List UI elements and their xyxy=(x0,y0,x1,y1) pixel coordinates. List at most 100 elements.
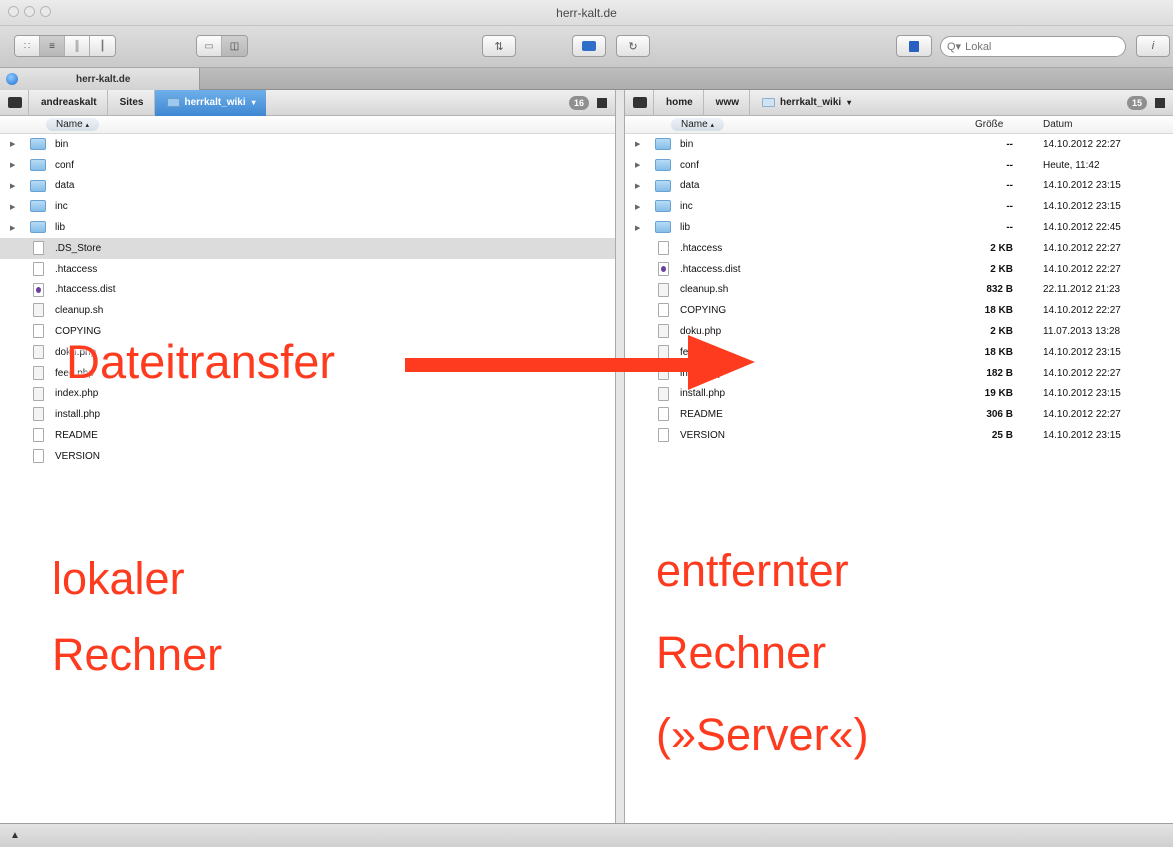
breadcrumb-remote-0[interactable]: home xyxy=(653,89,703,116)
file-row[interactable]: ▶ data -- 14.10.2012 23:15 xyxy=(625,176,1173,197)
column-view-icon[interactable]: ║ xyxy=(65,36,90,56)
file-name: feed.php xyxy=(680,346,719,358)
file-row[interactable]: ▶ inc xyxy=(0,196,615,217)
file-size: 18 KB xyxy=(984,346,1013,358)
dual-pane-icon[interactable]: ◫ xyxy=(222,36,247,56)
file-row[interactable]: install.php xyxy=(0,404,615,425)
file-name: index.php xyxy=(680,367,724,379)
file-row[interactable]: .htaccess 2 KB 14.10.2012 22:27 xyxy=(625,238,1173,259)
file-row[interactable]: ▶ conf -- Heute, 11:42 xyxy=(625,155,1173,176)
file-row[interactable]: doku.php 2 KB 11.07.2013 13:28 xyxy=(625,321,1173,342)
tab-herr-kalt[interactable]: herr-kalt.de xyxy=(0,68,200,90)
file-name: .htaccess.dist xyxy=(680,263,741,275)
file-icon xyxy=(33,344,44,359)
file-icon xyxy=(658,407,669,422)
file-row[interactable]: VERSION xyxy=(0,446,615,467)
action-menu-icon[interactable] xyxy=(1155,98,1165,108)
file-name: cleanup.sh xyxy=(55,305,104,317)
folder-icon xyxy=(30,221,46,234)
folder-icon xyxy=(655,221,671,234)
file-row[interactable]: .htaccess.dist xyxy=(0,280,615,301)
name-column-header[interactable]: Name ▴ xyxy=(671,118,724,131)
disclosure-triangle-icon[interactable]: ▶ xyxy=(635,182,640,190)
file-row[interactable]: cleanup.sh xyxy=(0,300,615,321)
file-name: bin xyxy=(680,138,694,150)
disclosure-triangle-icon[interactable]: ▶ xyxy=(10,224,15,232)
file-row[interactable]: README xyxy=(0,425,615,446)
file-row[interactable]: ▶ data xyxy=(0,176,615,197)
file-name: .htaccess xyxy=(680,242,723,254)
folder-icon xyxy=(30,138,46,150)
file-row[interactable]: .DS_Store xyxy=(0,237,615,259)
file-row[interactable]: ▶ bin xyxy=(0,134,615,155)
disclosure-triangle-icon[interactable]: ▶ xyxy=(10,182,15,190)
refresh-button[interactable]: ↻ xyxy=(616,35,650,57)
disk-icon[interactable] xyxy=(8,97,22,108)
folder-icon xyxy=(166,98,180,107)
file-row[interactable]: feed.php 18 KB 14.10.2012 23:15 xyxy=(625,342,1173,363)
name-column-header[interactable]: Name ▴ xyxy=(46,118,99,131)
file-row[interactable]: cleanup.sh 832 B 22.11.2012 21:23 xyxy=(625,280,1173,301)
transfer-direction-button[interactable]: ⇅ xyxy=(482,35,516,57)
pane-splitter[interactable] xyxy=(616,90,624,823)
file-row[interactable]: .htaccess xyxy=(0,259,615,280)
folder-icon xyxy=(762,98,776,107)
folder-icon xyxy=(655,138,671,150)
breadcrumb-label: herrkalt_wiki xyxy=(780,97,842,108)
breadcrumb-remote-1[interactable]: www xyxy=(702,89,749,116)
disclosure-triangle-icon[interactable]: ▶ xyxy=(635,203,640,211)
sort-ascending-icon: ▴ xyxy=(710,121,714,129)
file-row[interactable]: COPYING 18 KB 14.10.2012 22:27 xyxy=(625,300,1173,321)
icon-view-icon[interactable]: ∷ xyxy=(15,36,40,56)
disclosure-triangle-icon[interactable]: ▶ xyxy=(635,224,640,232)
file-size: -- xyxy=(1006,138,1013,150)
file-name: lib xyxy=(55,222,66,234)
search-input[interactable] xyxy=(965,40,1116,53)
file-icon xyxy=(33,240,44,255)
file-row[interactable]: ▶ bin -- 14.10.2012 22:27 xyxy=(625,134,1173,155)
file-date: Heute, 11:42 xyxy=(1043,159,1100,171)
size-column-header[interactable]: Größe xyxy=(975,119,1003,130)
list-view-icon[interactable]: ≡ xyxy=(40,36,65,56)
file-row[interactable]: VERSION 25 B 14.10.2012 23:15 xyxy=(625,425,1173,446)
file-row[interactable]: ▶ lib xyxy=(0,217,615,238)
breadcrumb-remote-2[interactable]: herrkalt_wiki ▾ xyxy=(749,89,861,116)
breadcrumb-local-2[interactable]: herrkalt_wiki ▾ xyxy=(153,89,266,116)
breadcrumb-local-1[interactable]: Sites xyxy=(106,89,154,116)
file-row[interactable]: .htaccess.dist 2 KB 14.10.2012 22:27 xyxy=(625,259,1173,280)
toggle-transfers-icon[interactable]: ▲ xyxy=(10,830,20,841)
file-size: 2 KB xyxy=(990,242,1013,254)
disclosure-triangle-icon[interactable]: ▶ xyxy=(635,140,640,148)
file-size: 19 KB xyxy=(984,388,1013,400)
coverflow-view-icon[interactable]: ┃ xyxy=(90,36,115,56)
info-button[interactable]: i xyxy=(1136,35,1170,57)
breadcrumb-local-0[interactable]: andreaskalt xyxy=(28,89,107,116)
annotation-transfer: Dateitransfer xyxy=(66,335,336,388)
file-row[interactable]: install.php 19 KB 14.10.2012 23:15 xyxy=(625,384,1173,405)
disclosure-triangle-icon[interactable]: ▶ xyxy=(10,140,15,148)
date-column-header[interactable]: Datum xyxy=(1043,119,1072,130)
disclosure-triangle-icon[interactable]: ▶ xyxy=(635,161,640,169)
search-field[interactable]: Q▾ xyxy=(940,36,1126,57)
file-icon xyxy=(33,407,44,422)
disk-icon[interactable] xyxy=(633,97,647,108)
single-pane-icon[interactable]: ▭ xyxy=(197,36,222,56)
file-row[interactable]: ▶ conf xyxy=(0,155,615,176)
file-size: 25 B xyxy=(991,430,1013,442)
file-size: -- xyxy=(1006,201,1013,213)
file-row[interactable]: ▶ inc -- 14.10.2012 23:15 xyxy=(625,196,1173,217)
file-row[interactable]: README 306 B 14.10.2012 22:27 xyxy=(625,404,1173,425)
bookmark-button[interactable] xyxy=(896,35,932,57)
connect-button[interactable] xyxy=(572,35,606,57)
file-icon xyxy=(33,386,44,401)
disclosure-triangle-icon[interactable]: ▶ xyxy=(10,203,15,211)
file-row[interactable]: ▶ lib -- 14.10.2012 22:45 xyxy=(625,217,1173,238)
file-icon xyxy=(658,303,669,318)
local-file-list: ▶ bin ▶ conf ▶ data ▶ inc ▶ lib .DS_Store .htaccess… xyxy=(0,134,615,467)
pane-layout-segmented-control[interactable]: ▭ ◫ xyxy=(196,35,248,57)
file-row[interactable]: index.php 182 B 14.10.2012 22:27 xyxy=(625,363,1173,384)
disclosure-triangle-icon[interactable]: ▶ xyxy=(10,161,15,169)
file-size: 832 B xyxy=(986,284,1013,296)
action-menu-icon[interactable] xyxy=(597,98,607,108)
view-mode-segmented-control[interactable]: ∷ ≡ ║ ┃ xyxy=(14,35,116,57)
